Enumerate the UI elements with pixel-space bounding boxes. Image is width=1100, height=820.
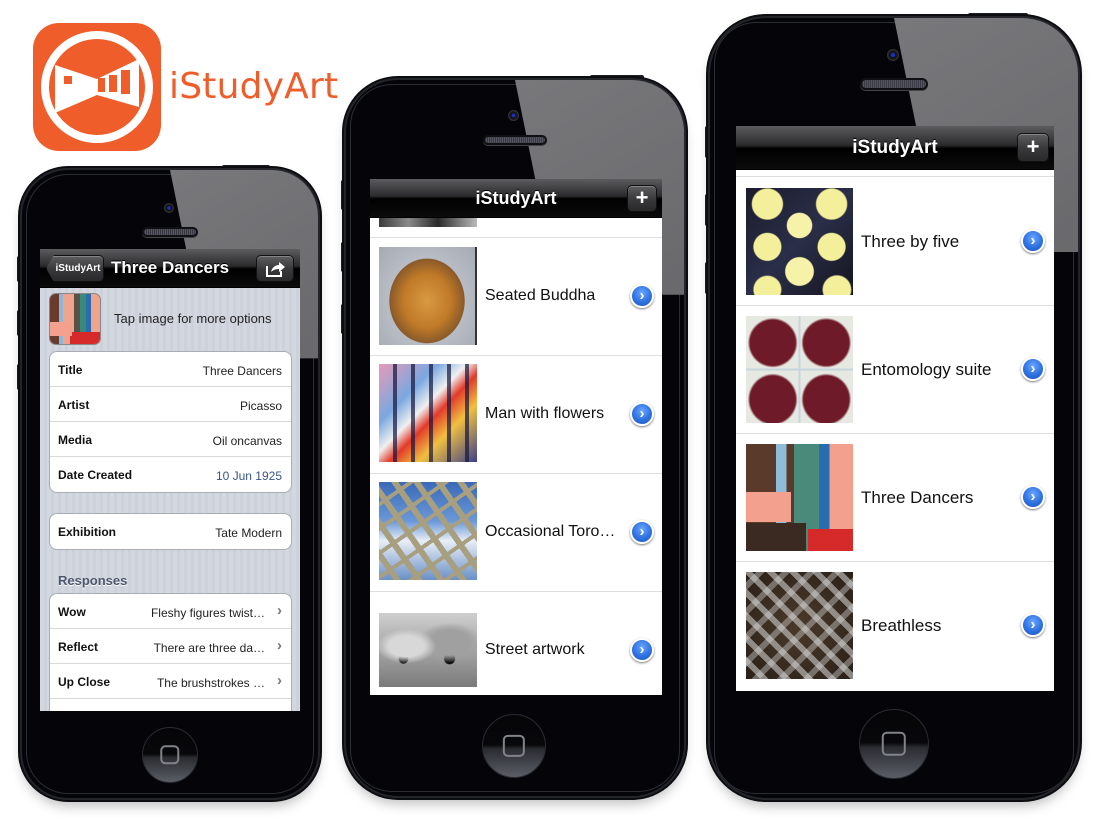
detail-disclosure-icon[interactable]: ›: [1021, 485, 1045, 509]
detail-disclosure-icon[interactable]: ›: [630, 520, 654, 544]
add-artwork-button[interactable]: +: [1017, 133, 1049, 162]
three-by-five-thumbnail: [746, 188, 853, 295]
item-title: Seated Buddha: [485, 287, 596, 304]
man-with-flowers-thumbnail: [379, 364, 477, 462]
detail-disclosure-icon[interactable]: ›: [1021, 229, 1045, 253]
plus-icon: +: [1026, 134, 1040, 159]
brand-name: iStudyArt: [169, 66, 339, 107]
istudyart-logo-icon: [41, 31, 153, 143]
detail-row-artist[interactable]: Artist Picasso: [50, 387, 291, 422]
navbar: iStudyArt +: [736, 126, 1054, 170]
detail-disclosure-icon[interactable]: ›: [1021, 357, 1045, 381]
responses-header: Responses: [58, 573, 128, 588]
phone-list-view: iStudyArt + Three by five › Entomology s…: [705, 13, 1078, 798]
list-item[interactable]: Three by five ›: [736, 178, 1054, 306]
share-icon: [266, 262, 285, 277]
phone-body: iStudyArt + Seated Buddha › Man with flo…: [346, 80, 684, 796]
phone-detail-view: iStudyArt Three Dancers Tap image for mo…: [17, 165, 318, 798]
item-title: Entomology suite: [861, 360, 992, 379]
list-item[interactable]: Man with flowers ›: [370, 356, 662, 474]
phone-body: iStudyArt Three Dancers Tap image for mo…: [22, 170, 318, 798]
item-title: Street artwork: [485, 641, 585, 658]
seated-buddha-thumbnail: [379, 247, 477, 345]
list-item[interactable]: Occasional Toro… ›: [370, 474, 662, 592]
detail-disclosure-icon[interactable]: ›: [630, 284, 654, 308]
navbar: iStudyArt Three Dancers: [40, 249, 300, 288]
detail-row-media[interactable]: Media Oil oncanvas: [50, 422, 291, 457]
details-group: Title Three Dancers Artist Picasso Media…: [49, 351, 292, 493]
home-button[interactable]: [859, 709, 929, 779]
earpiece-speaker: [142, 227, 198, 237]
list-item[interactable]: Seated Buddha ›: [370, 238, 662, 356]
front-camera: [508, 110, 519, 121]
phone-list-view-scrolled: iStudyArt + Seated Buddha › Man with flo…: [341, 75, 684, 796]
chevron-right-icon: ›: [277, 602, 282, 619]
home-button[interactable]: [482, 714, 546, 778]
response-row-reflect[interactable]: Reflect There are three da… ›: [50, 629, 291, 664]
list-item[interactable]: Three Dancers ›: [736, 434, 1054, 562]
detail-disclosure-icon[interactable]: ›: [1021, 613, 1045, 637]
three-dancers-thumbnail: [746, 444, 853, 551]
earpiece-speaker: [483, 135, 547, 145]
item-title: Three by five: [861, 232, 960, 251]
detail-screen: iStudyArt Three Dancers Tap image for mo…: [40, 249, 300, 711]
earpiece-speaker: [860, 78, 928, 90]
navbar-title: iStudyArt: [852, 137, 938, 158]
navbar-title: iStudyArt: [475, 188, 557, 208]
phone-body: iStudyArt + Three by five › Entomology s…: [710, 18, 1078, 798]
item-title: Man with flowers: [485, 405, 605, 422]
breathless-thumbnail: [746, 572, 853, 679]
item-title: Three Dancers: [861, 488, 974, 507]
list-item[interactable]: Street artwork ›: [370, 592, 662, 695]
chevron-right-icon: ›: [277, 672, 282, 689]
detail-row-date-created[interactable]: Date Created 10 Jun 1925: [50, 457, 291, 492]
grouped-table-background: Tap image for more options Title Three D…: [40, 288, 300, 711]
share-button[interactable]: [256, 255, 294, 282]
item-title: Occasional Toro…: [485, 523, 616, 540]
artwork-thumbnail[interactable]: [49, 293, 101, 345]
home-button[interactable]: [142, 727, 198, 783]
detail-disclosure-icon[interactable]: ›: [630, 402, 654, 426]
item-title: Breathless: [861, 616, 942, 635]
street-artwork-thumbnail: [379, 613, 477, 687]
response-row-up-close[interactable]: Up Close The brushstrokes … ›: [50, 664, 291, 699]
navbar: iStudyArt +: [370, 179, 662, 218]
detail-row-exhibition[interactable]: Exhibition Tate Modern: [50, 514, 291, 549]
chevron-right-icon: ›: [277, 637, 282, 654]
list-screen: iStudyArt + Three by five › Entomology s…: [736, 126, 1054, 691]
list-screen: iStudyArt + Seated Buddha › Man with flo…: [370, 179, 662, 695]
occasional-toro-thumbnail: [379, 482, 477, 580]
entomology-suite-thumbnail: [746, 316, 853, 423]
plus-icon: +: [635, 185, 649, 210]
list-row-partial: [736, 170, 1054, 177]
detail-row-title[interactable]: Title Three Dancers: [50, 352, 291, 387]
front-camera: [164, 203, 174, 213]
navbar-title: Three Dancers: [110, 258, 230, 277]
response-row-partial[interactable]: [50, 699, 291, 711]
list-item[interactable]: Entomology suite ›: [736, 306, 1054, 434]
image-options-hint: Tap image for more options: [114, 311, 272, 326]
app-icon: [33, 23, 161, 151]
response-row-wow[interactable]: Wow Fleshy figures twist… ›: [50, 594, 291, 629]
front-camera: [887, 49, 899, 61]
responses-group: Wow Fleshy figures twist… › Reflect Ther…: [49, 593, 292, 711]
list-item[interactable]: Breathless ›: [736, 562, 1054, 691]
add-artwork-button[interactable]: +: [627, 185, 657, 212]
exhibition-group: Exhibition Tate Modern: [49, 513, 292, 550]
detail-disclosure-icon[interactable]: ›: [630, 638, 654, 662]
